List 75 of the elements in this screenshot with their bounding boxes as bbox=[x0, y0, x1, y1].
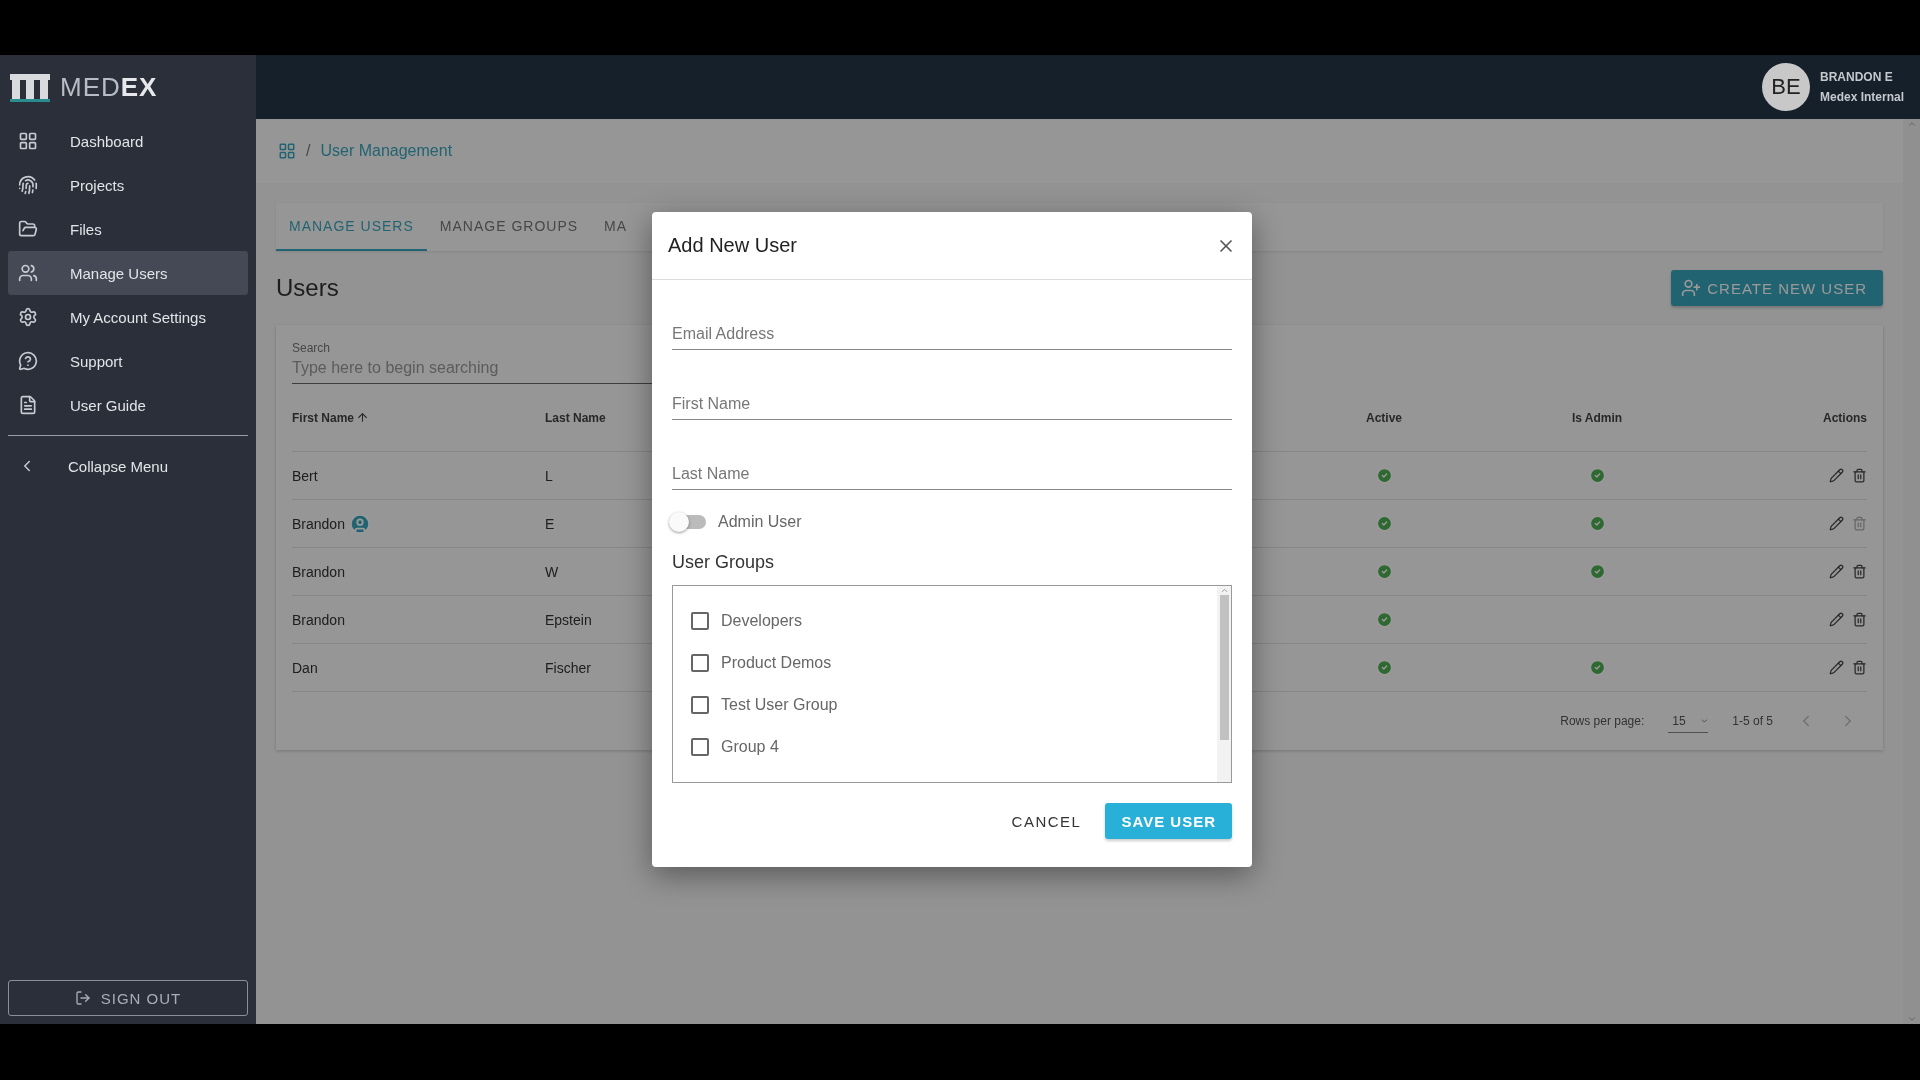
user-avatar[interactable]: BE bbox=[1761, 63, 1810, 111]
column-header[interactable]: Is Admin bbox=[1571, 410, 1623, 425]
breadcrumb-separator: / bbox=[306, 142, 311, 160]
table-cell: Bert bbox=[292, 467, 318, 484]
check-icon bbox=[1588, 467, 1606, 484]
delete-icon[interactable] bbox=[1852, 612, 1867, 627]
nav-item[interactable]: Support bbox=[8, 339, 248, 383]
page-range: 1-5 of 5 bbox=[1732, 714, 1773, 728]
delete-icon[interactable] bbox=[1852, 660, 1867, 675]
edit-icon[interactable] bbox=[1829, 660, 1844, 675]
nav-item[interactable]: User Guide bbox=[8, 383, 248, 427]
dialog-title: Add New User bbox=[668, 234, 797, 257]
tab[interactable]: MA bbox=[591, 203, 641, 251]
edit-icon[interactable] bbox=[1829, 564, 1844, 579]
user-name: BRANDON E bbox=[1819, 70, 1894, 84]
folder-icon bbox=[18, 219, 38, 239]
add-user-icon bbox=[1681, 278, 1702, 298]
table-cell: Fischer bbox=[545, 659, 591, 676]
check-icon bbox=[1588, 659, 1606, 676]
search-field[interactable]: Type here to begin searching bbox=[292, 355, 682, 384]
nav-item[interactable]: Manage Users bbox=[8, 251, 248, 295]
sign-out-icon bbox=[74, 990, 91, 1006]
section-title: User Groups bbox=[672, 552, 776, 573]
check-icon bbox=[1588, 515, 1606, 532]
delete-icon[interactable] bbox=[1852, 564, 1867, 579]
search-label: Search bbox=[292, 341, 332, 355]
logo-text: MEDEX bbox=[60, 71, 158, 103]
toggle-label: Admin User bbox=[718, 513, 802, 531]
page-title: Users bbox=[276, 274, 339, 302]
checkbox-label: Group 4 bbox=[721, 738, 779, 756]
user-badge-icon bbox=[348, 512, 371, 535]
edit-icon[interactable] bbox=[1829, 468, 1844, 483]
collapse-menu-button[interactable]: Collapse Menu bbox=[8, 444, 248, 488]
column-header[interactable]: Active bbox=[1366, 410, 1402, 425]
nav-item[interactable]: Dashboard bbox=[8, 119, 248, 163]
checkbox-label: Developers bbox=[721, 612, 802, 630]
checkbox-label: Test User Group bbox=[721, 696, 838, 714]
column-header[interactable]: Actions bbox=[1823, 410, 1867, 425]
table-cell: L bbox=[545, 467, 553, 484]
cancel-button[interactable]: CANCEL bbox=[1011, 804, 1082, 838]
sign-out-button[interactable]: SIGN OUT bbox=[8, 980, 248, 1016]
nav-item[interactable]: My Account Settings bbox=[8, 295, 248, 339]
chat-icon bbox=[18, 351, 38, 371]
document-icon bbox=[18, 395, 38, 415]
edit-icon[interactable] bbox=[1829, 516, 1844, 531]
edit-icon[interactable] bbox=[1829, 612, 1844, 627]
tab[interactable]: MANAGE GROUPS bbox=[426, 203, 592, 251]
organization-name: Medex Internal bbox=[1819, 90, 1904, 104]
table-cell: Brandon bbox=[292, 512, 371, 535]
checkbox[interactable] bbox=[691, 654, 709, 672]
logo-icon bbox=[10, 72, 50, 102]
table-cell: Brandon bbox=[292, 611, 345, 628]
column-header[interactable]: First Name bbox=[292, 410, 370, 425]
table-cell: Epstein bbox=[545, 611, 592, 628]
list-scrollbar[interactable] bbox=[1217, 586, 1231, 782]
delete-icon[interactable] bbox=[1852, 468, 1867, 483]
checkbox[interactable] bbox=[691, 612, 709, 630]
users-icon bbox=[18, 263, 38, 283]
fingerprint-icon bbox=[18, 175, 38, 195]
table-cell: Brandon bbox=[292, 563, 345, 580]
table-cell: Dan bbox=[292, 659, 318, 676]
nav-item[interactable]: Projects bbox=[8, 163, 248, 207]
gear-icon bbox=[18, 307, 38, 327]
checkbox[interactable] bbox=[691, 696, 709, 714]
checkbox[interactable] bbox=[691, 738, 709, 756]
check-icon bbox=[1588, 563, 1606, 580]
table-cell: E bbox=[545, 515, 555, 532]
nav-item[interactable]: Files bbox=[8, 207, 248, 251]
rows-per-page-select[interactable]: 15 bbox=[1668, 709, 1709, 733]
column-header[interactable]: Last Name bbox=[545, 410, 606, 425]
grid-icon bbox=[18, 131, 38, 151]
checkbox-label: Product Demos bbox=[721, 654, 832, 672]
table-cell: W bbox=[545, 563, 559, 580]
rows-per-page-label: Rows per page: bbox=[1560, 714, 1645, 728]
sort-arrow-icon bbox=[356, 411, 370, 424]
